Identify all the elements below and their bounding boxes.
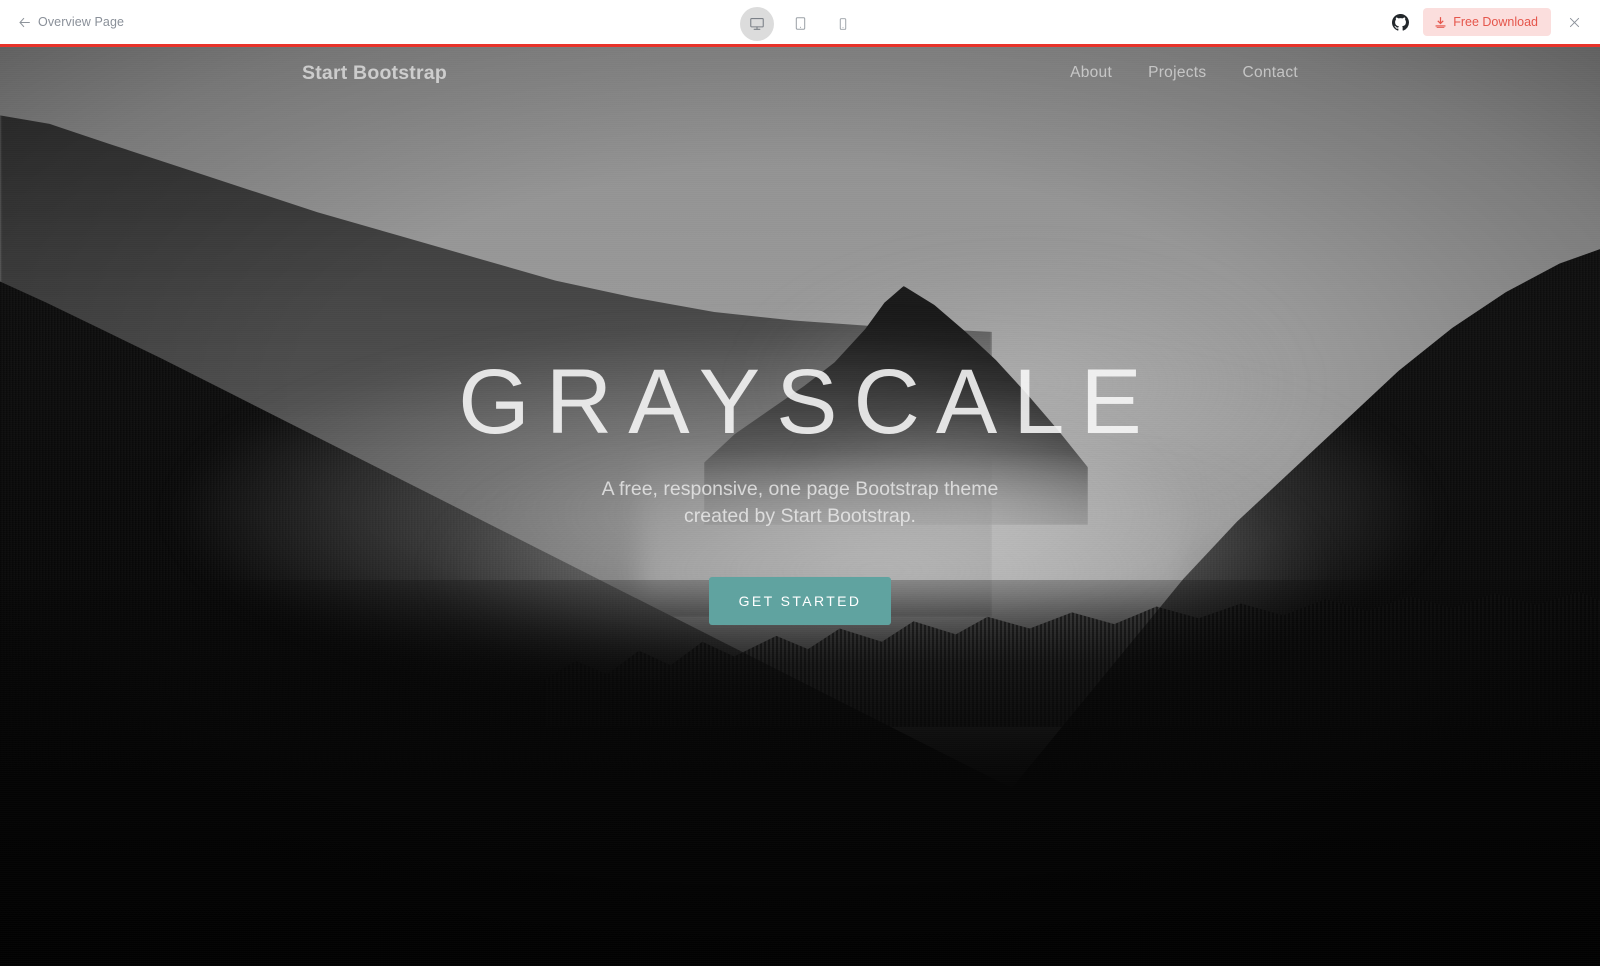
tablet-icon xyxy=(793,16,808,31)
preview-viewport: Start Bootstrap About Projects Contact G… xyxy=(0,47,1600,966)
site-navbar: Start Bootstrap About Projects Contact xyxy=(0,47,1600,99)
mobile-icon xyxy=(836,17,850,31)
device-toggle-group xyxy=(740,0,860,47)
device-toggle-tablet[interactable] xyxy=(783,7,817,41)
desktop-icon xyxy=(749,16,765,32)
site-nav-links: About Projects Contact xyxy=(1070,64,1298,82)
device-toggle-desktop[interactable] xyxy=(740,6,774,41)
hero-subtitle: A free, responsive, one page Bootstrap t… xyxy=(601,478,999,527)
download-icon xyxy=(1434,16,1447,29)
nav-link-contact[interactable]: Contact xyxy=(1242,64,1298,82)
free-download-button[interactable]: Free Download xyxy=(1423,8,1551,36)
nav-link-projects[interactable]: Projects xyxy=(1148,64,1206,82)
hero-title: GRAYSCALE xyxy=(458,351,1158,454)
free-download-label: Free Download xyxy=(1453,15,1538,29)
nav-link-about[interactable]: About xyxy=(1070,64,1112,82)
arrow-left-icon xyxy=(18,16,31,29)
hero-section: GRAYSCALE A free, responsive, one page B… xyxy=(0,47,1600,966)
device-toggle-mobile[interactable] xyxy=(826,7,860,41)
toolbar-actions: Free Download xyxy=(1392,8,1600,36)
site-brand[interactable]: Start Bootstrap xyxy=(302,62,447,85)
github-icon[interactable] xyxy=(1392,13,1410,31)
preview-toolbar: Overview Page Free Download xyxy=(0,0,1600,47)
back-to-overview-label: Overview Page xyxy=(38,15,125,29)
back-to-overview-button[interactable]: Overview Page xyxy=(0,15,124,29)
get-started-button[interactable]: GET STARTED xyxy=(708,576,892,625)
close-icon[interactable] xyxy=(1565,13,1584,32)
